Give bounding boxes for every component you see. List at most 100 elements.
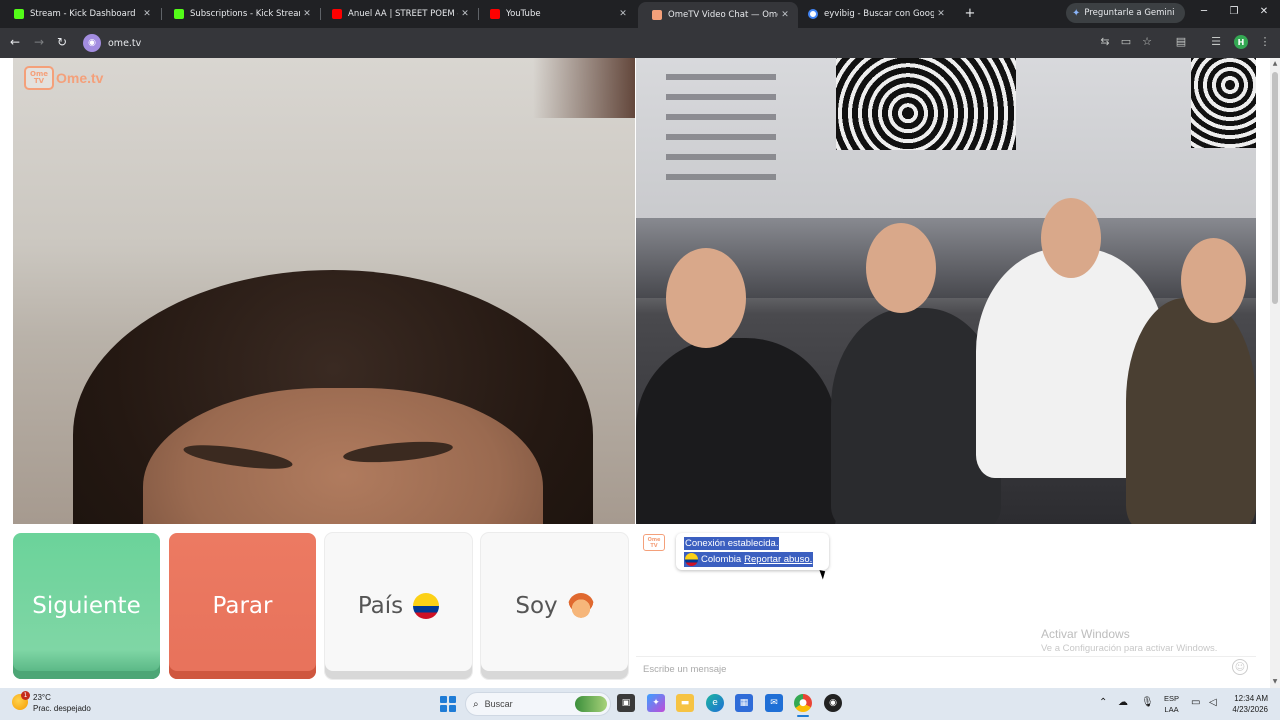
network-icon[interactable]: ☁ bbox=[1118, 697, 1128, 708]
message-input[interactable] bbox=[643, 658, 1223, 681]
back-icon[interactable]: ← bbox=[7, 35, 23, 49]
country-line: Colombia Reportar abuso. bbox=[684, 552, 814, 567]
tab-ometv[interactable]: OmeTV Video Chat — Ome ✕ bbox=[638, 2, 798, 28]
side-panel-icon[interactable]: ▤ bbox=[1173, 35, 1189, 48]
store-icon[interactable]: ▦ bbox=[735, 694, 753, 712]
outlook-icon[interactable]: ✉ bbox=[765, 694, 783, 712]
connection-status: Conexión establecida. bbox=[684, 537, 780, 550]
country-name: Colombia bbox=[701, 554, 742, 565]
copilot-icon[interactable]: ✦ bbox=[647, 694, 665, 712]
new-tab-button[interactable]: + bbox=[962, 6, 978, 21]
gender-button[interactable]: Soy bbox=[481, 533, 628, 679]
message-input-area bbox=[636, 656, 1256, 681]
chrome-icon[interactable]: ● bbox=[794, 694, 812, 712]
wifi-display-icon[interactable]: ▭ bbox=[1191, 697, 1200, 708]
stop-label: Parar bbox=[212, 593, 273, 619]
page-scrollbar[interactable]: ▲ ▼ bbox=[1270, 58, 1280, 688]
tab-kick-dashboard[interactable]: Stream - Kick Dashboard ✕ bbox=[0, 3, 160, 25]
stop-button[interactable]: Parar bbox=[169, 533, 316, 679]
toolbar: ← → ↻ ◉ ome.tv ⇆ ▭ ☆ ▤ ☰ ⋮ bbox=[0, 28, 1280, 58]
task-view-icon[interactable]: ▣ bbox=[617, 694, 635, 712]
close-icon[interactable]: ✕ bbox=[934, 9, 948, 19]
gender-label: Soy bbox=[515, 593, 558, 619]
country-button[interactable]: País bbox=[325, 533, 472, 679]
translate-icon[interactable]: ⇆ bbox=[1097, 35, 1113, 48]
address-bar[interactable]: ◉ ome.tv bbox=[80, 31, 1090, 55]
ometv-logo[interactable]: Ome TV Ome.tv bbox=[24, 66, 103, 90]
kick-icon bbox=[14, 9, 24, 19]
site-info-icon[interactable]: ◉ bbox=[83, 34, 101, 52]
profile-avatar[interactable]: H bbox=[1234, 35, 1248, 49]
tab-youtube[interactable]: YouTube ✕ bbox=[476, 3, 636, 25]
menu-icon[interactable]: ⋮ bbox=[1257, 35, 1273, 48]
edge-icon[interactable]: e bbox=[706, 694, 724, 712]
language-code: ESP bbox=[1164, 694, 1180, 703]
obs-icon[interactable]: ◉ bbox=[824, 694, 842, 712]
gemini-button[interactable]: ✦ Preguntarle a Gemini bbox=[1066, 3, 1185, 23]
close-icon[interactable]: ✕ bbox=[140, 9, 154, 19]
weather-condition[interactable]: Prac. despejado bbox=[33, 704, 91, 713]
clock-date: 4/23/2026 bbox=[1232, 705, 1268, 714]
weather-temperature[interactable]: 23°C bbox=[33, 693, 51, 702]
restore-icon[interactable]: ❐ bbox=[1226, 6, 1242, 17]
country-label: País bbox=[357, 593, 404, 619]
tab-kick-subscriptions[interactable]: Subscriptions - Kick Streaming ✕ bbox=[160, 3, 320, 25]
clock-time: 12:34 AM bbox=[1234, 694, 1268, 703]
tab-title: YouTube bbox=[506, 9, 541, 19]
tab-title: Subscriptions - Kick Streaming bbox=[190, 9, 300, 19]
forward-icon[interactable]: → bbox=[31, 35, 47, 49]
browser-chrome: Stream - Kick Dashboard ✕ Subscriptions … bbox=[0, 0, 1280, 58]
close-icon[interactable]: ✕ bbox=[778, 10, 792, 20]
scrollbar-thumb[interactable] bbox=[1272, 72, 1278, 304]
gemini-icon: ✦ bbox=[1072, 7, 1081, 19]
windows-start-icon[interactable] bbox=[440, 696, 456, 712]
active-app-indicator bbox=[797, 715, 809, 717]
tab-youtube-anuel[interactable]: Anuel AA | STREET POEM - You ✕ bbox=[318, 3, 478, 25]
keyboard-layout: LAA bbox=[1164, 705, 1179, 714]
tab-google-search[interactable]: eyvibig - Buscar con Google ✕ bbox=[794, 3, 954, 25]
colombia-flag-icon bbox=[685, 553, 698, 566]
report-abuse-link[interactable]: Reportar abuso. bbox=[744, 554, 812, 565]
tab-strip: Stream - Kick Dashboard ✕ Subscriptions … bbox=[0, 0, 1280, 28]
boy-avatar-icon bbox=[567, 593, 594, 619]
next-button[interactable]: Siguiente bbox=[13, 533, 160, 679]
tab-title: OmeTV Video Chat — Ome bbox=[668, 10, 778, 20]
volume-icon[interactable]: ◁ bbox=[1209, 697, 1217, 708]
google-icon bbox=[808, 9, 818, 19]
scroll-up-icon[interactable]: ▲ bbox=[1271, 60, 1279, 67]
url-text: ome.tv bbox=[108, 37, 142, 49]
reload-icon[interactable]: ↻ bbox=[54, 35, 70, 49]
close-icon[interactable]: ✕ bbox=[458, 9, 472, 19]
local-video bbox=[13, 58, 635, 524]
colombia-flag-icon bbox=[413, 593, 440, 619]
file-explorer-icon[interactable]: ▬ bbox=[676, 694, 694, 712]
activate-windows-subtitle: Ve a Configuración para activar Windows. bbox=[1041, 643, 1218, 654]
language-indicator[interactable]: ESP LAA bbox=[1164, 693, 1179, 715]
gemini-label: Preguntarle a Gemini bbox=[1084, 8, 1175, 18]
remote-video bbox=[636, 58, 1256, 524]
search-icon: ⌕ bbox=[473, 698, 479, 710]
bookmark-star-icon[interactable]: ☆ bbox=[1139, 35, 1155, 48]
window-close-icon[interactable]: ✕ bbox=[1256, 6, 1272, 17]
close-icon[interactable]: ✕ bbox=[300, 9, 314, 19]
tab-title: eyvibig - Buscar con Google bbox=[824, 9, 934, 19]
microphone-icon[interactable]: 🎙 bbox=[1141, 697, 1154, 708]
reading-list-icon[interactable]: ☰ bbox=[1208, 35, 1224, 48]
windows-taskbar bbox=[0, 688, 1280, 720]
taskbar-clock[interactable]: 12:34 AM 4/23/2026 bbox=[1226, 693, 1268, 715]
emoji-icon[interactable]: ☺ bbox=[1232, 659, 1248, 675]
taskbar-search[interactable]: ⌕ Buscar bbox=[465, 692, 611, 716]
close-icon[interactable]: ✕ bbox=[616, 9, 630, 19]
next-label: Siguiente bbox=[32, 593, 141, 619]
kick-icon bbox=[174, 9, 184, 19]
scroll-down-icon[interactable]: ▼ bbox=[1271, 678, 1279, 685]
tab-title: Stream - Kick Dashboard bbox=[30, 9, 136, 19]
cast-icon[interactable]: ▭ bbox=[1118, 35, 1134, 48]
activate-windows-title: Activar Windows bbox=[1041, 627, 1130, 641]
minimize-icon[interactable]: ─ bbox=[1196, 6, 1212, 17]
tray-overflow-icon[interactable]: ⌃ bbox=[1099, 697, 1107, 708]
youtube-icon bbox=[332, 9, 342, 19]
ometv-icon bbox=[652, 10, 662, 20]
chat-ometv-icon: Ome TV bbox=[643, 534, 665, 551]
search-highlight-icon bbox=[575, 696, 607, 712]
